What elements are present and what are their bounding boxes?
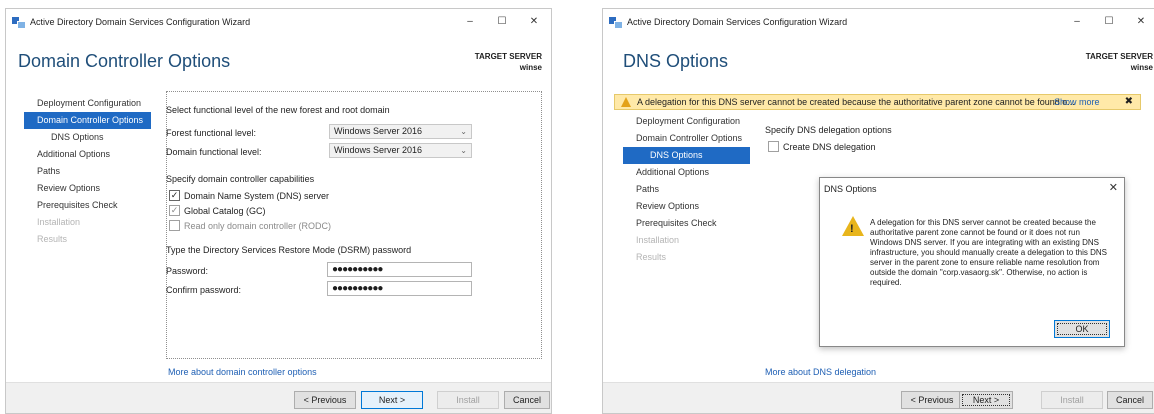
target-server-name: winse — [1130, 63, 1153, 72]
password-input[interactable]: ●●●●●●●●●● — [327, 262, 472, 277]
target-server-name: winse — [519, 63, 542, 72]
nav-item-deployment-configuration[interactable]: Deployment Configuration — [24, 95, 151, 112]
dns-server-label: Domain Name System (DNS) server — [184, 191, 330, 201]
nav-item-review-options[interactable]: Review Options — [24, 180, 151, 197]
wizard-footer: < Previous Next > Install Cancel — [603, 382, 1154, 413]
wizard-nav: Deployment Configuration Domain Controll… — [623, 113, 750, 266]
chevron-down-icon: ⌄ — [460, 146, 467, 155]
chevron-down-icon: ⌄ — [460, 127, 467, 136]
dns-server-checkbox-row[interactable]: ✓ Domain Name System (DNS) server — [169, 190, 329, 202]
functional-level-heading: Select functional level of the new fores… — [166, 105, 390, 115]
nav-item-additional-options[interactable]: Additional Options — [623, 164, 750, 181]
nav-item-dns-options[interactable]: DNS Options — [623, 147, 750, 164]
domain-level-select[interactable]: Windows Server 2016 ⌄ — [329, 143, 472, 158]
next-button[interactable]: Next > — [959, 391, 1013, 409]
title-bar: Active Directory Domain Services Configu… — [603, 9, 1154, 35]
warning-text: A delegation for this DNS server cannot … — [637, 97, 1075, 107]
forest-level-select[interactable]: Windows Server 2016 ⌄ — [329, 124, 472, 139]
maximize-button[interactable]: ☐ — [1098, 14, 1120, 30]
dialog-close-icon[interactable]: ✕ — [1109, 181, 1118, 194]
dsrm-heading: Type the Directory Services Restore Mode… — [166, 245, 412, 255]
nav-item-review-options[interactable]: Review Options — [623, 198, 750, 215]
page-title: DNS Options — [623, 51, 729, 71]
dialog-message: A delegation for this DNS server cannot … — [870, 218, 1108, 287]
warning-banner: A delegation for this DNS server cannot … — [614, 94, 1141, 110]
ad-app-icon — [12, 17, 26, 29]
confirm-password-input[interactable]: ●●●●●●●●●● — [327, 281, 472, 296]
password-label: Password: — [166, 266, 209, 276]
nav-item-domain-controller-options[interactable]: Domain Controller Options — [24, 112, 151, 129]
nav-item-dns-options[interactable]: DNS Options — [24, 129, 151, 146]
dialog-body: ! A delegation for this DNS server canno… — [820, 200, 1124, 346]
dns-server-checkbox[interactable]: ✓ — [169, 190, 180, 202]
forest-level-value: Windows Server 2016 — [334, 126, 423, 136]
delegation-heading: Specify DNS delegation options — [765, 125, 892, 135]
cancel-button[interactable]: Cancel — [504, 391, 550, 409]
next-button[interactable]: Next > — [361, 391, 423, 409]
rodc-checkbox — [169, 220, 180, 232]
minimize-button[interactable]: – — [1066, 14, 1088, 30]
window-title: Active Directory Domain Services Configu… — [627, 17, 848, 27]
wizard-window-domain-controller-options: Active Directory Domain Services Configu… — [5, 8, 552, 414]
previous-button[interactable]: < Previous — [294, 391, 356, 409]
target-server: TARGET SERVER winse — [1086, 51, 1153, 73]
rodc-checkbox-row: Read only domain controller (RODC) — [169, 220, 331, 232]
nav-item-paths[interactable]: Paths — [623, 181, 750, 198]
nav-item-prerequisites-check[interactable]: Prerequisites Check — [24, 197, 151, 214]
global-catalog-label: Global Catalog (GC) — [184, 206, 266, 216]
nav-item-installation: Installation — [636, 235, 680, 245]
forest-level-label: Forest functional level: — [166, 128, 257, 138]
nav-item-additional-options[interactable]: Additional Options — [24, 146, 151, 163]
ad-app-icon — [609, 17, 623, 29]
wizard-nav: Deployment Configuration Domain Controll… — [24, 95, 151, 248]
domain-level-label: Domain functional level: — [166, 147, 262, 157]
global-catalog-checkbox: ✓ — [169, 205, 180, 217]
exclamation-icon: ! — [850, 223, 854, 235]
nav-item-results: Results — [636, 252, 667, 262]
nav-item-paths[interactable]: Paths — [24, 163, 151, 180]
show-more-link[interactable]: Show more — [1054, 97, 1100, 107]
cancel-button[interactable]: Cancel — [1107, 391, 1153, 409]
dismiss-warning-icon[interactable]: ✖ — [1125, 96, 1133, 107]
window-title: Active Directory Domain Services Configu… — [30, 17, 251, 27]
install-button: Install — [1041, 391, 1103, 409]
target-server: TARGET SERVER winse — [475, 51, 542, 73]
wizard-window-dns-options: Active Directory Domain Services Configu… — [602, 8, 1154, 414]
page-title: Domain Controller Options — [18, 51, 231, 71]
nav-item-results: Results — [37, 234, 68, 244]
rodc-label: Read only domain controller (RODC) — [184, 221, 332, 231]
previous-button[interactable]: < Previous — [901, 391, 963, 409]
target-server-label: TARGET SERVER — [474, 52, 542, 61]
wizard-footer: < Previous Next > Install Cancel — [6, 382, 551, 413]
nav-item-domain-controller-options[interactable]: Domain Controller Options — [623, 130, 750, 147]
nav-item-prerequisites-check[interactable]: Prerequisites Check — [623, 215, 750, 232]
domain-level-value: Windows Server 2016 — [334, 145, 423, 155]
close-button[interactable]: ✕ — [1130, 14, 1152, 30]
create-delegation-checkbox-row: Create DNS delegation — [768, 141, 876, 153]
global-catalog-checkbox-row: ✓ Global Catalog (GC) — [169, 205, 266, 217]
warning-icon — [621, 97, 631, 107]
dns-options-dialog: DNS Options ✕ ! A delegation for this DN… — [819, 177, 1125, 347]
dialog-title: DNS Options — [824, 184, 877, 194]
maximize-button[interactable]: ☐ — [491, 14, 513, 30]
install-button: Install — [437, 391, 499, 409]
more-about-dns-delegation-link[interactable]: More about DNS delegation — [765, 367, 876, 377]
create-delegation-label: Create DNS delegation — [783, 142, 876, 152]
create-delegation-checkbox — [768, 141, 779, 153]
target-server-label: TARGET SERVER — [1085, 52, 1153, 61]
nav-item-deployment-configuration[interactable]: Deployment Configuration — [623, 113, 750, 130]
minimize-button[interactable]: – — [459, 14, 481, 30]
ok-button[interactable]: OK — [1054, 320, 1110, 338]
close-button[interactable]: ✕ — [523, 14, 545, 30]
title-bar: Active Directory Domain Services Configu… — [6, 9, 551, 35]
capabilities-heading: Specify domain controller capabilities — [166, 174, 315, 184]
more-about-dc-options-link[interactable]: More about domain controller options — [168, 367, 317, 377]
nav-item-installation: Installation — [37, 217, 81, 227]
confirm-password-label: Confirm password: — [166, 285, 242, 295]
